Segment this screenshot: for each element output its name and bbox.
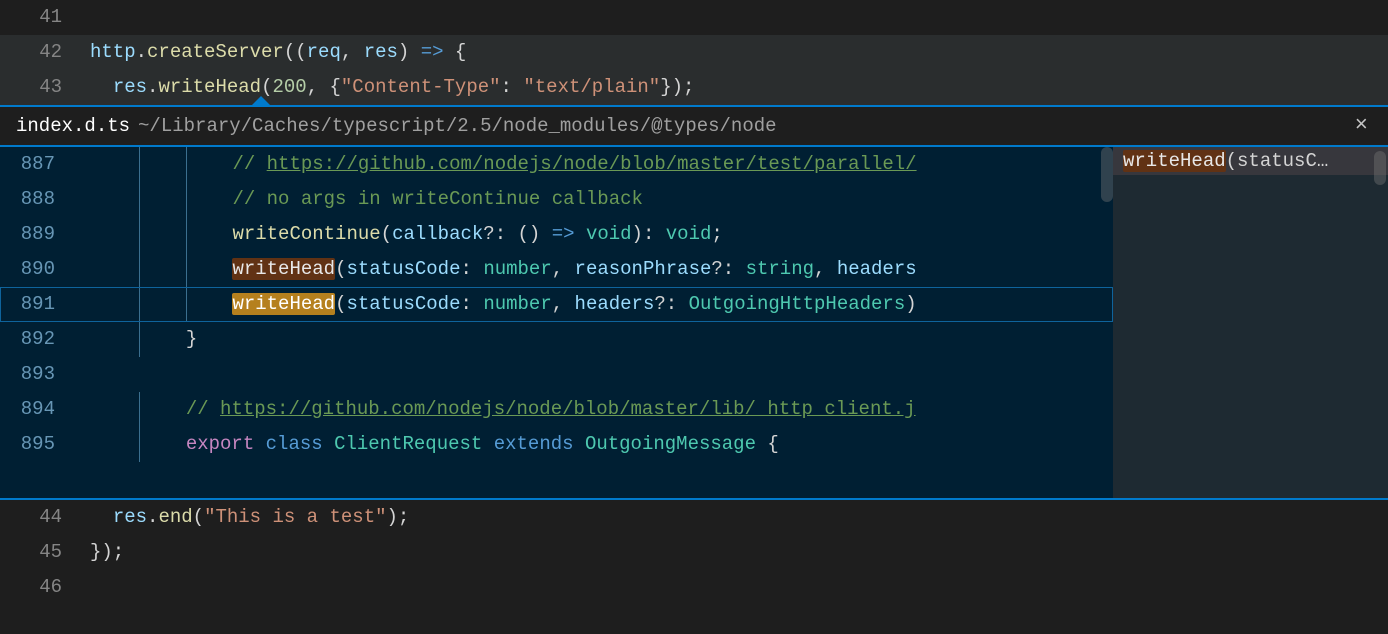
line-number: 891 [0, 287, 105, 322]
line-number: 890 [0, 252, 105, 287]
code-line[interactable]: 43 res.writeHead(200, {"Content-Type": "… [0, 70, 1388, 105]
code-line[interactable]: 46 [0, 570, 1388, 605]
peek-code-line[interactable]: 895 export class ClientRequest extends O… [0, 427, 1113, 462]
line-number: 44 [0, 500, 90, 535]
code-line[interactable]: 45}); [0, 535, 1388, 570]
peek-code-line[interactable]: 893 [0, 357, 1113, 392]
reference-item[interactable]: writeHead(statusC… [1113, 147, 1388, 175]
peek-code-line[interactable]: 891 writeHead(statusCode: number, header… [0, 287, 1113, 322]
line-number: 46 [0, 570, 90, 605]
line-number: 887 [0, 147, 105, 182]
peek-code-line[interactable]: 892 } [0, 322, 1113, 357]
line-number: 892 [0, 322, 105, 357]
line-number: 45 [0, 535, 90, 570]
peek-code-line[interactable]: 888 // no args in writeContinue callback [0, 182, 1113, 217]
line-number: 42 [0, 35, 90, 70]
reference-match: writeHead [1123, 150, 1226, 172]
line-content[interactable] [105, 357, 1113, 392]
line-number: 894 [0, 392, 105, 427]
code-line[interactable]: 42http.createServer((req, res) => { [0, 35, 1388, 70]
reference-scrollbar[interactable] [1374, 151, 1386, 185]
line-content[interactable]: }); [90, 535, 1388, 570]
line-number: 41 [0, 0, 90, 35]
line-content[interactable]: res.end("This is a test"); [90, 500, 1388, 535]
reference-tail: (statusC… [1226, 150, 1329, 172]
peek-reference-list[interactable]: writeHead(statusC… [1113, 147, 1388, 498]
code-line[interactable]: 44 res.end("This is a test"); [0, 500, 1388, 535]
line-content[interactable]: // https://github.com/nodejs/node/blob/m… [105, 392, 1113, 427]
peek-code-line[interactable]: 887 // https://github.com/nodejs/node/bl… [0, 147, 1113, 182]
line-number: 43 [0, 70, 90, 105]
line-content[interactable]: writeContinue(callback?: () => void): vo… [105, 217, 1113, 252]
peek-code-line[interactable]: 890 writeHead(statusCode: number, reason… [0, 252, 1113, 287]
main-editor-bottom[interactable]: 44 res.end("This is a test");45});46 [0, 500, 1388, 605]
peek-caret [250, 96, 272, 107]
peek-code[interactable]: 887 // https://github.com/nodejs/node/bl… [0, 147, 1113, 462]
line-content[interactable]: export class ClientRequest extends Outgo… [105, 427, 1113, 462]
peek-code-line[interactable]: 889 writeContinue(callback?: () => void)… [0, 217, 1113, 252]
main-editor-top[interactable]: 4142http.createServer((req, res) => {43 … [0, 0, 1388, 105]
peek-header: index.d.ts ~/Library/Caches/typescript/2… [0, 107, 1388, 147]
code-line[interactable]: 41 [0, 0, 1388, 35]
peek-file-name: index.d.ts [16, 115, 130, 137]
line-content[interactable]: } [105, 322, 1113, 357]
peek-body: 887 // https://github.com/nodejs/node/bl… [0, 147, 1388, 498]
line-content[interactable] [90, 0, 1388, 35]
line-content[interactable]: // https://github.com/nodejs/node/blob/m… [105, 147, 1113, 182]
close-icon[interactable]: × [1349, 113, 1374, 139]
peek-code-line[interactable]: 894 // https://github.com/nodejs/node/bl… [0, 392, 1113, 427]
peek-file-path: ~/Library/Caches/typescript/2.5/node_mod… [138, 115, 1349, 137]
line-content[interactable]: writeHead(statusCode: number, headers?: … [105, 287, 1113, 322]
line-number: 888 [0, 182, 105, 217]
line-number: 893 [0, 357, 105, 392]
peek-view: index.d.ts ~/Library/Caches/typescript/2… [0, 105, 1388, 500]
line-content[interactable]: writeHead(statusCode: number, reasonPhra… [105, 252, 1113, 287]
line-content[interactable]: // no args in writeContinue callback [105, 182, 1113, 217]
line-number: 895 [0, 427, 105, 462]
line-content[interactable]: res.writeHead(200, {"Content-Type": "tex… [90, 70, 1388, 105]
peek-scrollbar[interactable] [1101, 147, 1113, 202]
line-content[interactable] [90, 570, 1388, 605]
line-content[interactable]: http.createServer((req, res) => { [90, 35, 1388, 70]
line-number: 889 [0, 217, 105, 252]
